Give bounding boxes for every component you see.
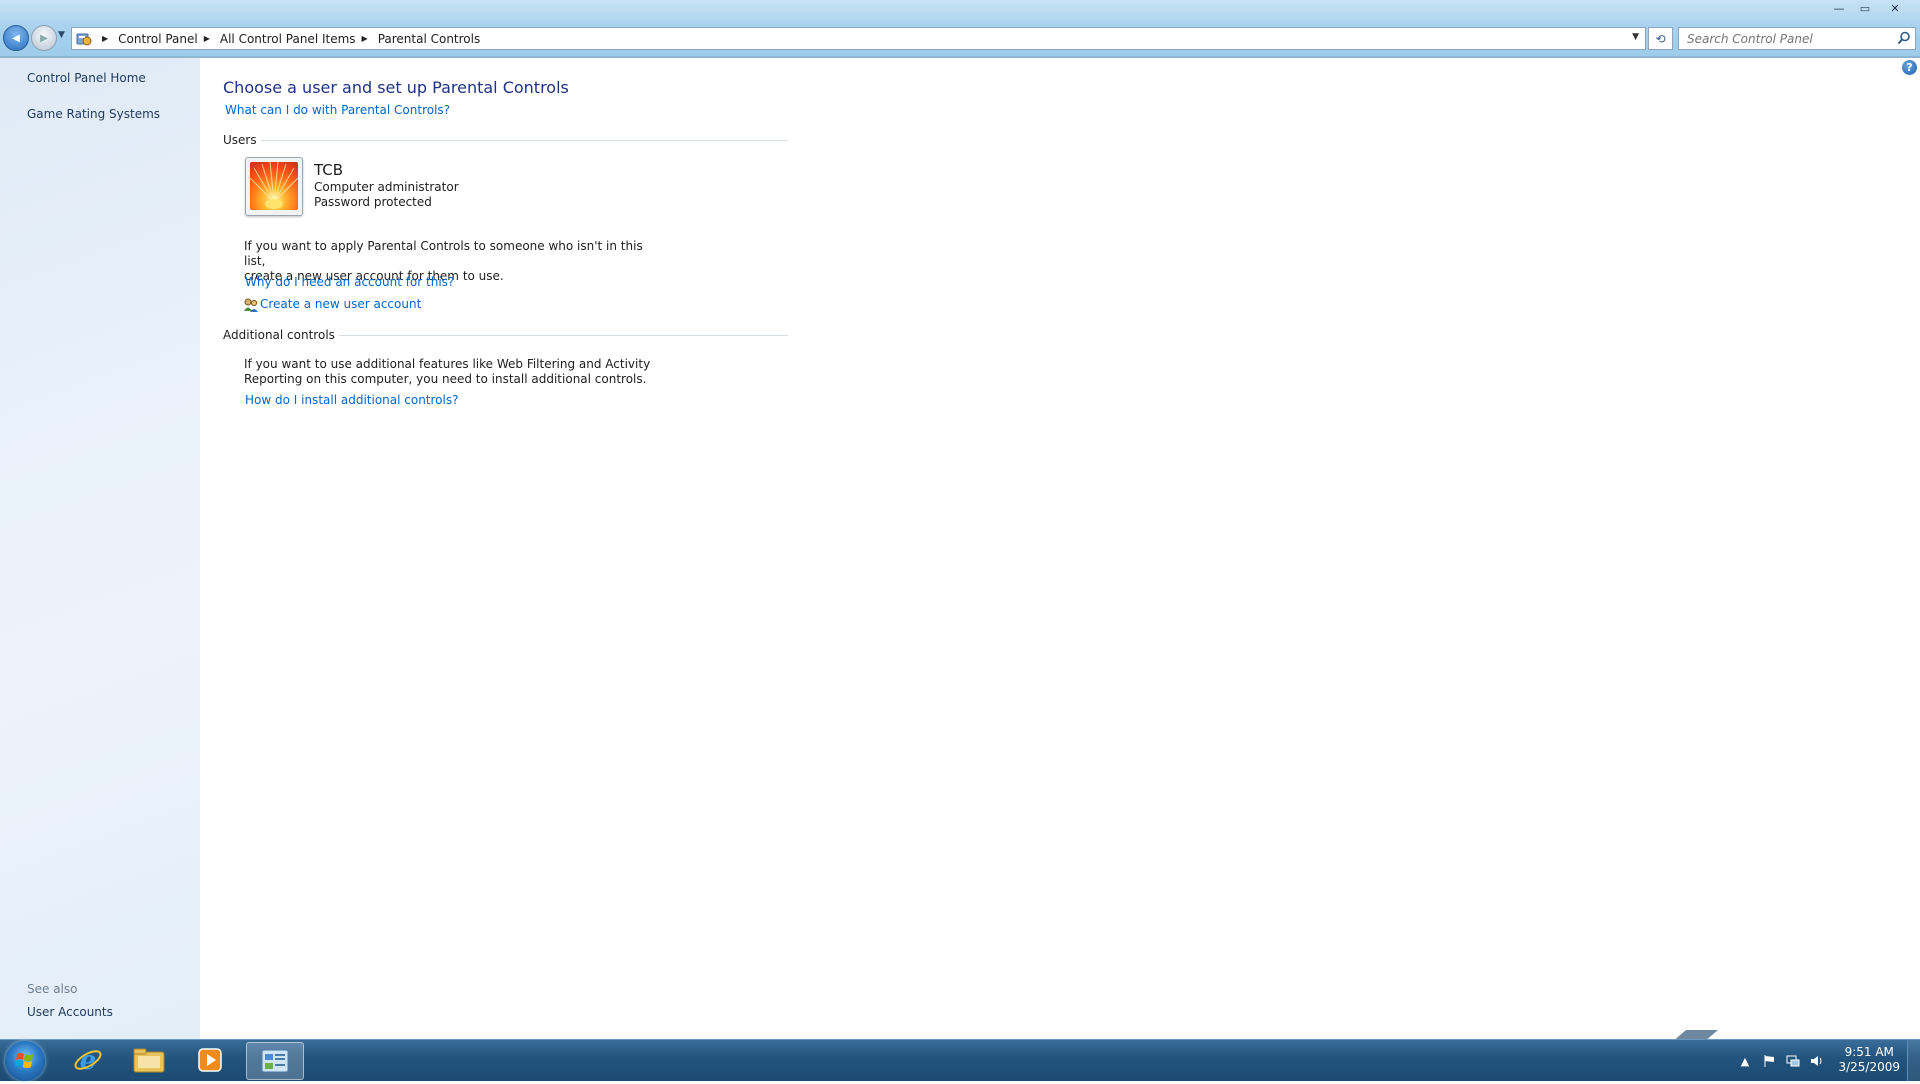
control-panel-window-icon <box>261 1049 289 1073</box>
search-icon[interactable] <box>1897 31 1911 45</box>
page-title: Choose a user and set up Parental Contro… <box>223 78 569 97</box>
additional-controls-group-header: Additional controls <box>223 328 788 342</box>
user-accounts-link[interactable]: User Accounts <box>27 1005 113 1019</box>
taskbar: e ▲ 9:51 AM 3/25/2009 <box>0 1039 1920 1081</box>
search-box[interactable] <box>1678 27 1916 50</box>
taskbar-clock[interactable]: 9:51 AM 3/25/2009 <box>1838 1045 1900 1075</box>
windows-logo-icon <box>15 1053 33 1068</box>
start-button[interactable] <box>5 1041 45 1081</box>
close-button[interactable]: ✕ <box>1878 0 1912 17</box>
internet-explorer-icon: e <box>74 1046 102 1075</box>
user-role: Computer administrator <box>314 180 459 194</box>
divider <box>260 139 788 141</box>
taskbar-media-player[interactable] <box>182 1042 238 1078</box>
what-can-i-do-link[interactable]: What can I do with Parental Controls? <box>225 103 450 117</box>
minimize-button[interactable]: — <box>1826 0 1852 17</box>
user-status: Password protected <box>314 195 432 209</box>
see-also-label: See also <box>27 982 78 996</box>
clock-time: 9:51 AM <box>1844 1045 1894 1059</box>
back-arrow-icon: ◀ <box>12 32 20 44</box>
clock-date: 3/25/2009 <box>1838 1060 1900 1074</box>
breadcrumb-control-panel[interactable]: Control Panel <box>118 32 198 46</box>
help-icon[interactable]: ? <box>1902 60 1917 75</box>
breadcrumb-all-items[interactable]: All Control Panel Items <box>220 32 356 46</box>
users-header-label: Users <box>223 133 257 147</box>
maximize-button[interactable]: ▭ <box>1852 0 1878 17</box>
taskbar-control-panel[interactable] <box>246 1042 304 1080</box>
additional-line-1: If you want to use additional features l… <box>244 357 651 371</box>
show-desktop-button[interactable] <box>1907 1040 1920 1081</box>
users-icon <box>243 297 259 313</box>
no-account-line-1: If you want to apply Parental Controls t… <box>244 239 643 268</box>
taskbar-internet-explorer[interactable]: e <box>60 1042 116 1078</box>
address-dropdown-icon[interactable]: ▼ <box>1632 32 1639 42</box>
show-hidden-icons-button[interactable]: ▲ <box>1738 1054 1752 1068</box>
refresh-button[interactable]: ⟲ <box>1648 27 1673 50</box>
window-controls: — ▭ ✕ <box>1826 0 1912 17</box>
breadcrumb-separator[interactable]: ▶ <box>362 34 368 43</box>
refresh-icon: ⟲ <box>1655 31 1666 46</box>
control-panel-home-link[interactable]: Control Panel Home <box>27 71 146 85</box>
title-bar: — ▭ ✕ ◀ ▶ ▼ ▶ Control Panel ▶ All Contro… <box>0 0 1920 58</box>
why-account-link[interactable]: Why do I need an account for this? <box>245 275 454 289</box>
user-name[interactable]: TCB <box>314 161 343 179</box>
control-panel-icon[interactable] <box>76 31 92 47</box>
game-rating-systems-link[interactable]: Game Rating Systems <box>27 107 160 121</box>
additional-line-2: Reporting on this computer, you need to … <box>244 372 647 386</box>
back-button[interactable]: ◀ <box>3 25 29 51</box>
main-content: ? Choose a user and set up Parental Cont… <box>200 58 1920 1042</box>
search-input[interactable] <box>1685 30 1889 48</box>
users-group-header: Users <box>223 133 788 147</box>
volume-icon[interactable] <box>1810 1054 1824 1068</box>
address-bar[interactable]: ▶ Control Panel ▶ All Control Panel Item… <box>71 27 1646 50</box>
breadcrumb-separator[interactable]: ▶ <box>102 34 108 43</box>
user-avatar[interactable] <box>245 157 303 216</box>
svg-text:e: e <box>80 1046 97 1075</box>
media-player-icon <box>198 1048 222 1072</box>
breadcrumb-parental-controls[interactable]: Parental Controls <box>378 32 481 46</box>
recent-pages-button[interactable]: ▼ <box>58 30 68 42</box>
divider <box>338 334 788 336</box>
breadcrumb: ▶ Control Panel ▶ All Control Panel Item… <box>72 28 480 49</box>
additional-controls-text: If you want to use additional features l… <box>244 357 664 387</box>
create-user-account-link[interactable]: Create a new user account <box>260 297 421 311</box>
forward-arrow-icon: ▶ <box>40 32 48 44</box>
left-navigation-pane: Control Panel Home Game Rating Systems S… <box>0 58 200 1039</box>
action-center-flag-icon[interactable] <box>1762 1054 1776 1068</box>
additional-controls-label: Additional controls <box>223 328 335 342</box>
install-additional-controls-link[interactable]: How do I install additional controls? <box>245 393 458 407</box>
forward-button[interactable]: ▶ <box>31 25 57 51</box>
folder-icon <box>133 1048 165 1073</box>
flower-picture-icon <box>250 162 298 210</box>
network-icon[interactable] <box>1786 1054 1800 1068</box>
taskbar-windows-explorer[interactable] <box>121 1042 177 1078</box>
breadcrumb-separator[interactable]: ▶ <box>204 34 210 43</box>
